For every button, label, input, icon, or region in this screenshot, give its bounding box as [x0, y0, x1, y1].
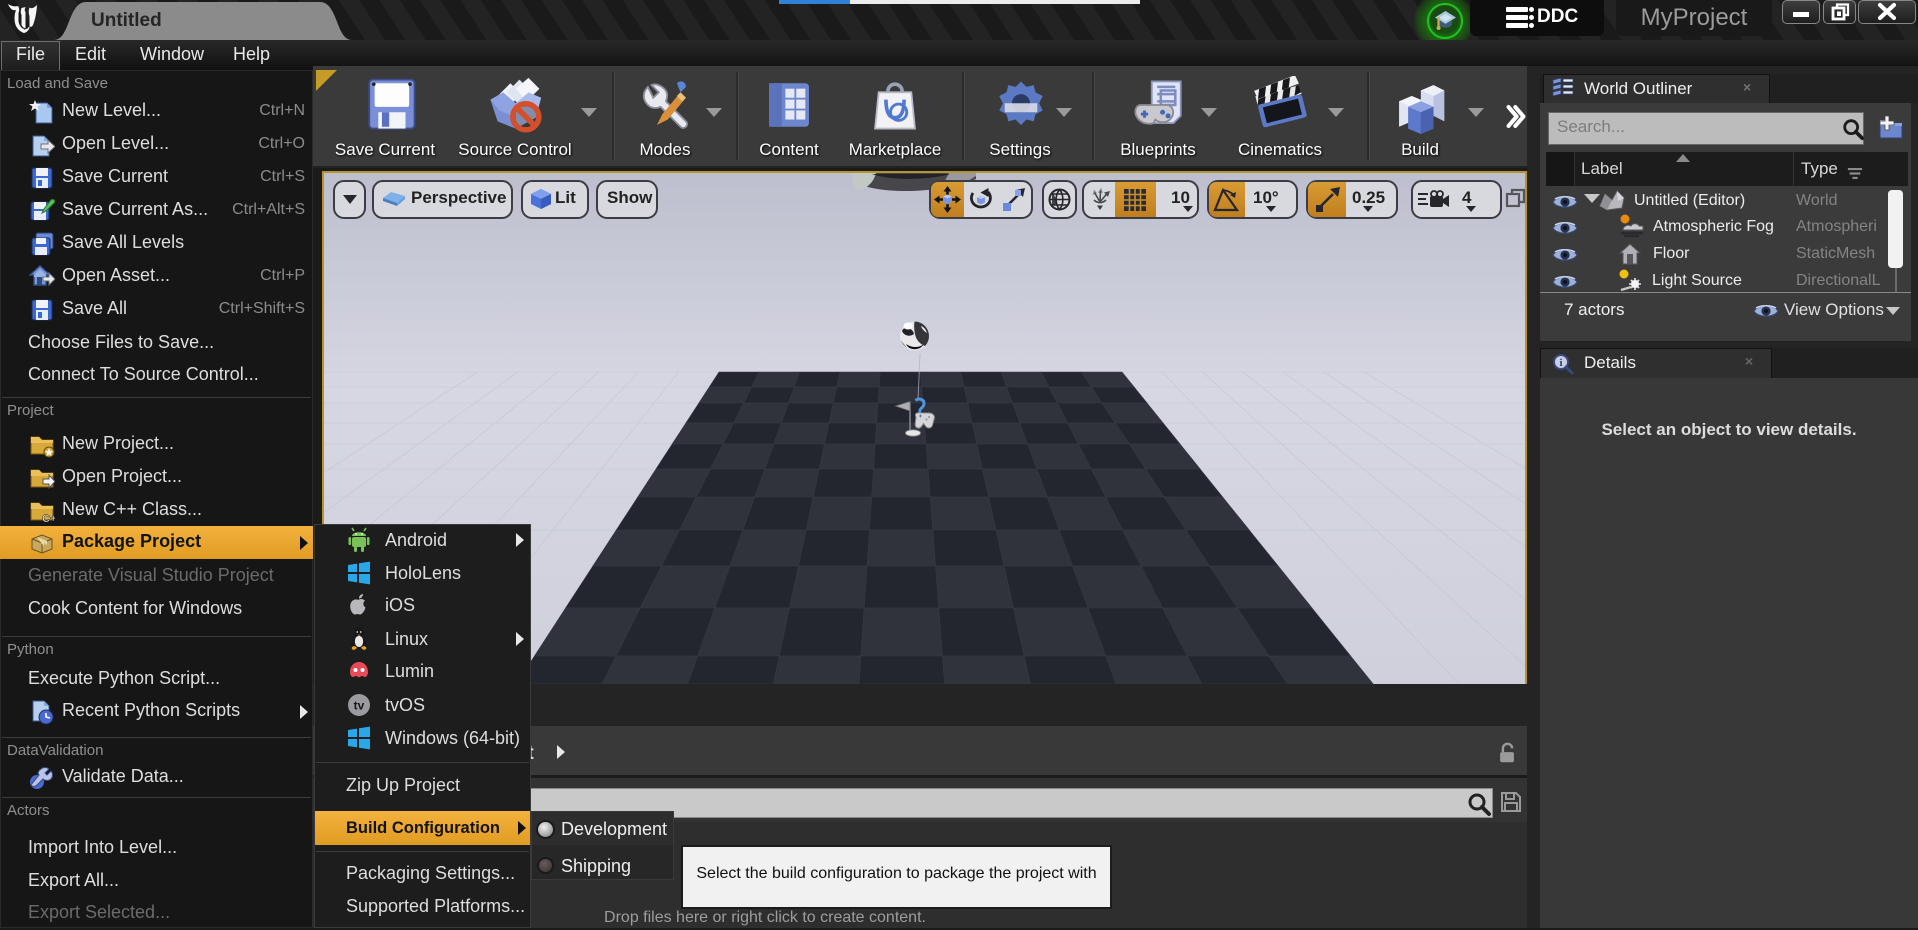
svg-text:C++: C++ [42, 513, 55, 524]
svg-text:tv: tv [354, 699, 365, 713]
svg-text:i: i [1559, 357, 1562, 369]
